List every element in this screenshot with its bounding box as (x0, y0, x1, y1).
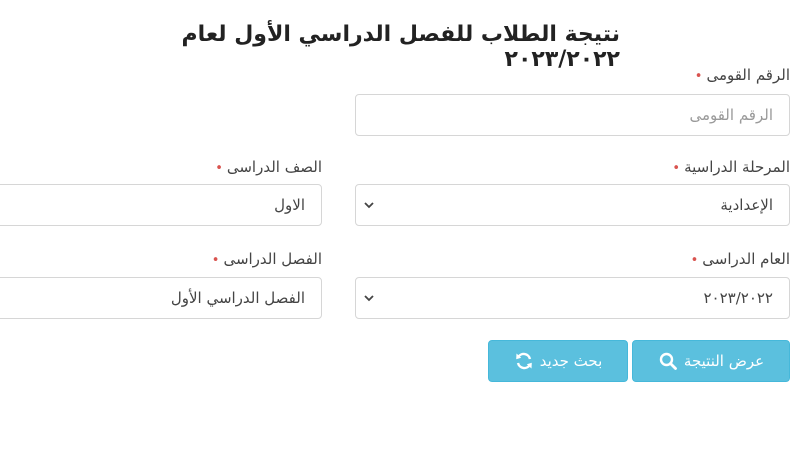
grade-value: الاول (274, 196, 305, 214)
required-mark: • (690, 253, 699, 268)
chevron-down-icon (364, 202, 374, 209)
academic-year-value: ٢٠٢٣/٢٠٢٢ (703, 289, 773, 307)
national-id-label: الرقم القومى• (694, 66, 790, 84)
refresh-icon (515, 352, 532, 370)
new-search-button[interactable]: بحث جديد (488, 340, 628, 382)
required-mark: • (672, 161, 681, 176)
search-icon (659, 352, 677, 370)
new-search-label: بحث جديد (539, 352, 603, 370)
show-result-button[interactable]: عرض النتيجة (632, 340, 790, 382)
national-id-placeholder: الرقم القومى (689, 106, 773, 124)
semester-label: الفصل الدراسى• (211, 250, 322, 268)
required-mark: • (211, 253, 220, 268)
required-mark: • (694, 69, 703, 84)
stage-label: المرحلة الدراسية• (672, 158, 790, 176)
semester-select[interactable]: الفصل الدراسي الأول (0, 277, 322, 319)
academic-year-label: العام الدراسى• (690, 250, 790, 268)
stage-select[interactable]: الإعدادية (355, 184, 790, 226)
grade-label: الصف الدراسى• (215, 158, 322, 176)
grade-select[interactable]: الاول (0, 184, 322, 226)
page-title: نتيجة الطلاب للفصل الدراسي الأول لعام ٢٠… (181, 22, 620, 72)
national-id-input[interactable]: الرقم القومى (355, 94, 790, 136)
required-mark: • (215, 161, 223, 176)
academic-year-select[interactable]: ٢٠٢٣/٢٠٢٢ (355, 277, 790, 319)
chevron-down-icon (364, 295, 374, 302)
stage-value: الإعدادية (720, 196, 773, 214)
show-result-label: عرض النتيجة (683, 352, 765, 370)
semester-value: الفصل الدراسي الأول (170, 289, 305, 307)
